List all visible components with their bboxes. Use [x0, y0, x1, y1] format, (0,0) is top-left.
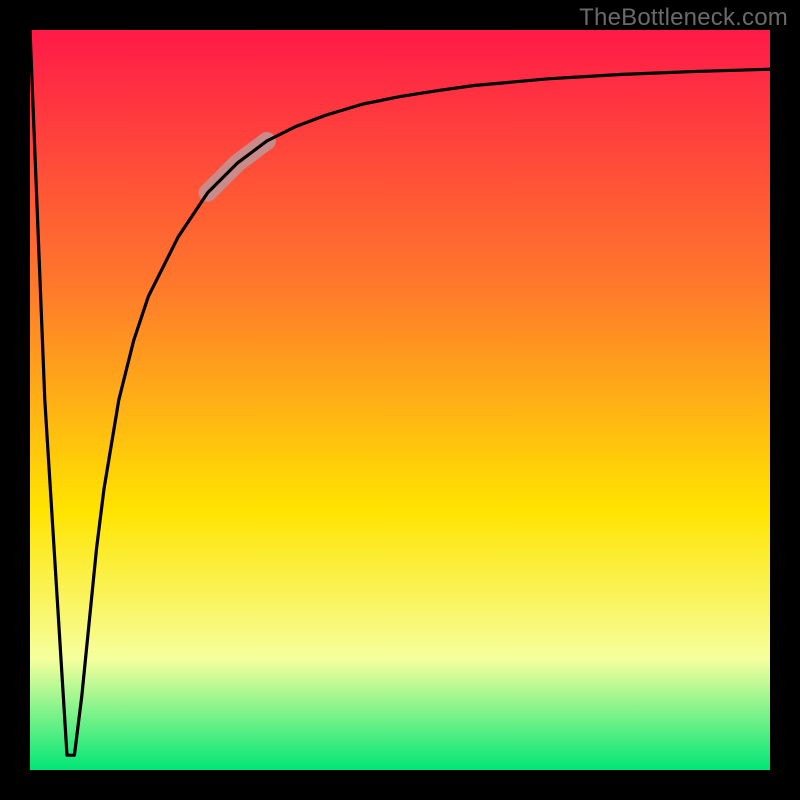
chart-container: TheBottleneck.com — [0, 0, 800, 800]
bottleneck-chart — [0, 0, 800, 800]
watermark-text: TheBottleneck.com — [579, 4, 788, 32]
plot-background — [30, 30, 770, 770]
